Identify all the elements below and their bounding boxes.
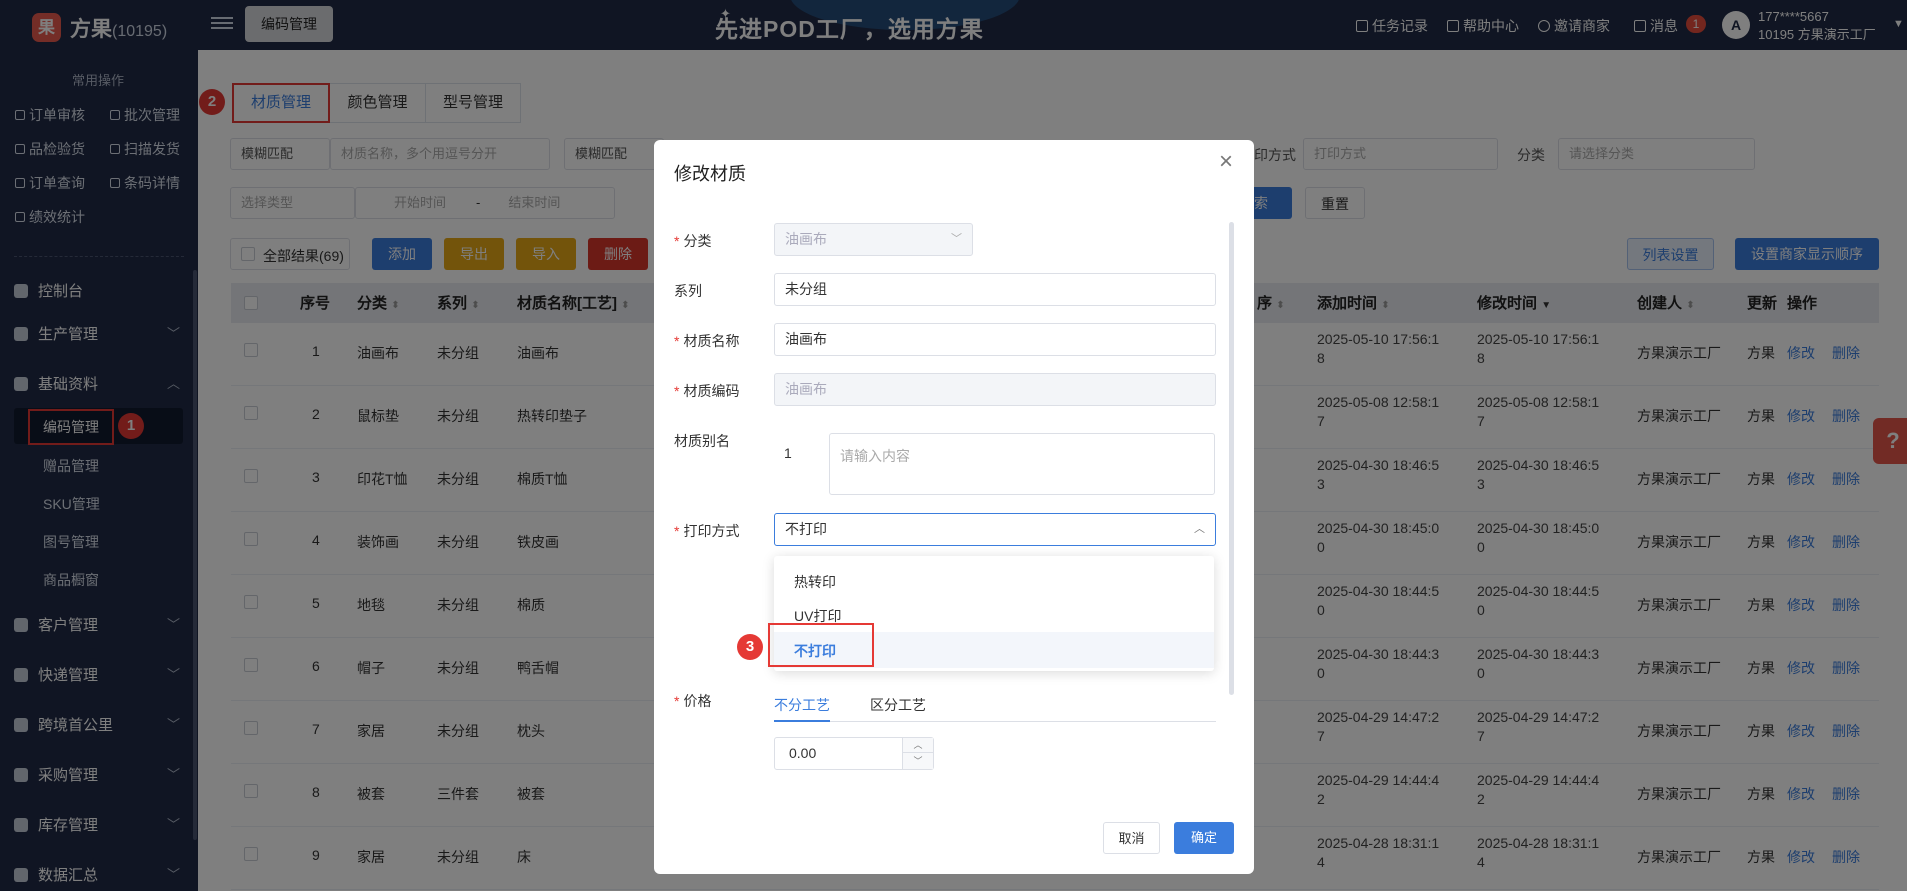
price-label: * 价格 — [674, 693, 712, 709]
price-tabs-line — [774, 721, 1216, 722]
price-tab-by-process[interactable]: 区分工艺 — [870, 695, 926, 715]
print-method-field[interactable]: 不打印 ︿ — [774, 513, 1216, 546]
dialog-title: 修改材质 — [674, 164, 746, 184]
material-code-field[interactable]: 油画布 — [774, 373, 1216, 406]
material-name-label: * 材质名称 — [674, 333, 740, 349]
cancel-button[interactable]: 取消 — [1103, 822, 1160, 854]
series-label: 系列 — [674, 283, 702, 299]
material-name-field[interactable]: 油画布 — [774, 323, 1216, 356]
material-alias-label: 材质别名 — [674, 433, 730, 449]
option-heat-transfer[interactable]: 热转印 — [794, 572, 836, 592]
alias-index: 1 — [784, 445, 792, 461]
close-icon[interactable]: × — [1219, 150, 1233, 174]
print-method-field-label: * 打印方式 — [674, 523, 740, 539]
dialog-scrollbar[interactable] — [1229, 222, 1234, 695]
category-field[interactable]: 油画布 ﹀ — [774, 223, 973, 256]
alias-textarea[interactable]: 请输入内容 — [829, 433, 1215, 495]
price-tab-indicator — [774, 720, 830, 722]
material-code-label: * 材质编码 — [674, 383, 740, 399]
price-decrease-button[interactable]: ﹀ — [902, 753, 933, 769]
confirm-button[interactable]: 确定 — [1174, 822, 1234, 854]
price-tab-uniform[interactable]: 不分工艺 — [774, 695, 830, 715]
series-field[interactable]: 未分组 — [774, 273, 1216, 306]
category-label: * 分类 — [674, 233, 712, 249]
price-increase-button[interactable]: ︿ — [902, 738, 933, 753]
annotation-box-3 — [768, 623, 874, 667]
annotation-marker-3: 3 — [737, 634, 763, 660]
